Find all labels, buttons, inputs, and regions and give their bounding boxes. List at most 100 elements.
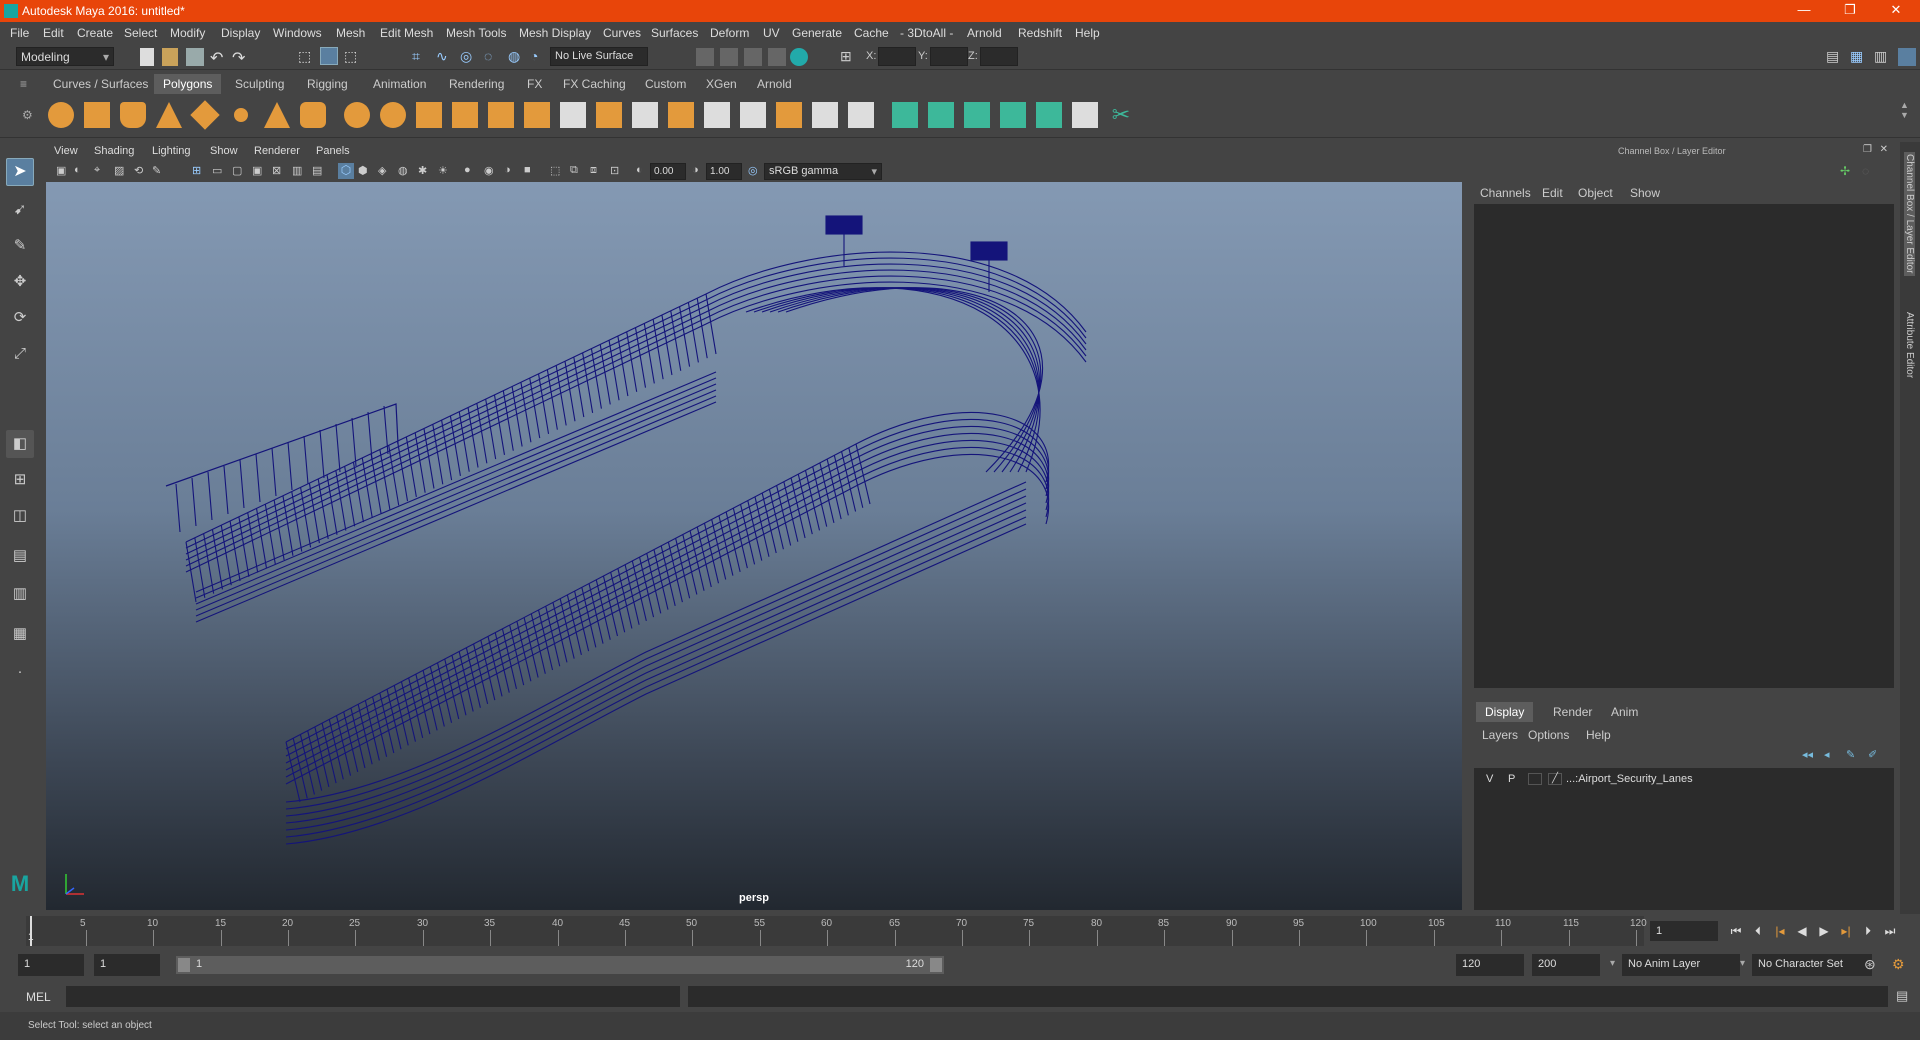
poly-cone-icon[interactable] bbox=[156, 102, 182, 128]
close-panel-icon[interactable]: ✕ bbox=[1880, 144, 1888, 155]
menu-set-dropdown[interactable]: Modeling ▾ bbox=[16, 47, 114, 66]
menu-3dtoall[interactable]: - 3DtoAll - bbox=[900, 26, 953, 40]
menu-edit-mesh[interactable]: Edit Mesh bbox=[380, 26, 433, 40]
mirror-icon[interactable] bbox=[524, 102, 550, 128]
poly-cube-icon[interactable] bbox=[84, 102, 110, 128]
bevel-icon[interactable] bbox=[632, 102, 658, 128]
paint-select-icon[interactable]: ✎ bbox=[6, 232, 34, 260]
menu-surfaces[interactable]: Surfaces bbox=[651, 26, 698, 40]
menu-mesh-tools[interactable]: Mesh Tools bbox=[446, 26, 506, 40]
make-live-icon[interactable]: ◔ bbox=[530, 48, 548, 66]
menu-arnold[interactable]: Arnold bbox=[967, 26, 1002, 40]
bridge-icon[interactable] bbox=[596, 102, 622, 128]
render-view-icon[interactable] bbox=[696, 48, 714, 66]
range-slider[interactable]: 1 120 bbox=[176, 956, 944, 974]
menu-select[interactable]: Select bbox=[124, 26, 157, 40]
poly-torus-icon[interactable] bbox=[228, 102, 254, 128]
cb-menu-show[interactable]: Show bbox=[1630, 186, 1660, 200]
select-hierarchy-icon[interactable]: ⬚ bbox=[298, 48, 316, 66]
viewport-persp[interactable]: persp bbox=[46, 182, 1462, 910]
spherical-map-icon[interactable] bbox=[1000, 102, 1026, 128]
cut-uv-icon[interactable]: ✂ bbox=[1108, 102, 1134, 128]
safe-title-icon[interactable]: ▤ bbox=[312, 164, 322, 177]
poly-sphere-icon[interactable] bbox=[48, 102, 74, 128]
character-set-dropdown[interactable]: No Character Set bbox=[1752, 954, 1872, 976]
cb-menu-edit[interactable]: Edit bbox=[1542, 186, 1563, 200]
wireframe-on-shaded-icon[interactable]: ◈ bbox=[378, 164, 386, 177]
shelf-menu-icon[interactable]: ≡ bbox=[20, 77, 27, 91]
ambient-occlusion-icon[interactable]: ● bbox=[464, 164, 471, 176]
close-button[interactable]: ✕ bbox=[1874, 0, 1918, 22]
le-menu-options[interactable]: Options bbox=[1528, 728, 1569, 742]
new-layer-selected-icon[interactable]: ✐ bbox=[1868, 748, 1877, 761]
tab-polygons[interactable]: Polygons bbox=[154, 74, 222, 94]
vp-menu-shading[interactable]: Shading bbox=[94, 145, 134, 157]
planar-map-icon[interactable] bbox=[928, 102, 954, 128]
motion-blur-icon[interactable]: ◉ bbox=[484, 164, 494, 177]
cb-menu-object[interactable]: Object bbox=[1578, 186, 1613, 200]
le-menu-help[interactable]: Help bbox=[1586, 728, 1611, 742]
menu-curves[interactable]: Curves bbox=[603, 26, 641, 40]
anim-preferences-icon[interactable]: ⚙ bbox=[1892, 956, 1905, 973]
menu-edit[interactable]: Edit bbox=[43, 26, 64, 40]
tab-fx[interactable]: FX bbox=[518, 74, 551, 94]
layout-extra-icon[interactable]: · bbox=[6, 658, 34, 686]
go-to-end-icon[interactable]: ⏭ bbox=[1882, 923, 1898, 939]
poly-cylinder-icon[interactable] bbox=[120, 102, 146, 128]
toggle-channel-box-icon[interactable] bbox=[1898, 48, 1916, 66]
lasso-tool-icon[interactable]: ➹ bbox=[6, 196, 34, 224]
tab-rendering[interactable]: Rendering bbox=[440, 74, 513, 94]
hypershade-icon[interactable] bbox=[790, 48, 808, 66]
toggle-tool-settings-icon[interactable]: ▥ bbox=[1874, 48, 1892, 66]
snap-view-icon[interactable]: ◌ bbox=[484, 48, 502, 66]
animation-end-field[interactable]: 200 bbox=[1532, 954, 1600, 976]
layer-row[interactable]: V P ╱ ...:Airport_Security_Lanes bbox=[1476, 770, 1890, 788]
toggle-modeling-toolkit-icon[interactable]: ▤ bbox=[1826, 48, 1844, 66]
menu-mesh-display[interactable]: Mesh Display bbox=[519, 26, 591, 40]
shadows-icon[interactable]: ☀ bbox=[438, 164, 448, 177]
persp-outliner-icon[interactable]: ◫ bbox=[6, 502, 34, 530]
layer-name[interactable]: ...:Airport_Security_Lanes bbox=[1566, 773, 1693, 785]
transform-input-icon[interactable]: ⊞ bbox=[840, 48, 858, 66]
multi-cut-icon[interactable] bbox=[704, 102, 730, 128]
menu-cache[interactable]: Cache bbox=[854, 26, 889, 40]
tab-custom[interactable]: Custom bbox=[636, 74, 695, 94]
layer-type-toggle[interactable] bbox=[1528, 773, 1542, 785]
wireframe-icon[interactable]: ⬡ bbox=[338, 163, 354, 179]
single-view-icon[interactable]: ◧ bbox=[6, 430, 34, 458]
snap-grid-icon[interactable]: ⌗ bbox=[412, 48, 430, 66]
shelf-settings-icon[interactable]: ⚙ bbox=[22, 108, 33, 122]
tab-rigging[interactable]: Rigging bbox=[298, 74, 357, 94]
grid-toggle-icon[interactable]: ⊞ bbox=[192, 164, 201, 177]
menu-generate[interactable]: Generate bbox=[792, 26, 842, 40]
render-settings-icon[interactable] bbox=[768, 48, 786, 66]
poly-prism-icon[interactable] bbox=[264, 102, 290, 128]
separate-icon[interactable] bbox=[380, 102, 406, 128]
anim-layer-dropdown[interactable]: No Anim Layer bbox=[1622, 954, 1740, 976]
depth-of-field-icon[interactable]: ■ bbox=[524, 164, 531, 176]
tab-animation[interactable]: Animation bbox=[364, 74, 435, 94]
extract-icon[interactable] bbox=[416, 102, 442, 128]
live-surface-field[interactable]: No Live Surface bbox=[550, 47, 648, 66]
animation-start-field[interactable]: 1 bbox=[18, 954, 84, 976]
boolean-icon[interactable] bbox=[488, 102, 514, 128]
move-tool-icon[interactable]: ✥ bbox=[6, 268, 34, 296]
poly-pipe-icon[interactable] bbox=[300, 102, 326, 128]
insert-edge-loop-icon[interactable] bbox=[848, 102, 874, 128]
new-layer-icon[interactable]: ✎ bbox=[1846, 748, 1855, 761]
range-end-handle[interactable] bbox=[930, 958, 942, 972]
target-weld-icon[interactable] bbox=[740, 102, 766, 128]
tab-arnold[interactable]: Arnold bbox=[748, 74, 801, 94]
menu-deform[interactable]: Deform bbox=[710, 26, 749, 40]
range-start-handle[interactable] bbox=[178, 958, 190, 972]
vp-menu-show[interactable]: Show bbox=[210, 145, 238, 157]
save-scene-icon[interactable] bbox=[186, 48, 204, 66]
camera-attributes-icon[interactable]: ◐ bbox=[74, 164, 81, 176]
quad-draw-icon[interactable] bbox=[812, 102, 838, 128]
tab-xgen[interactable]: XGen bbox=[697, 74, 746, 94]
menu-create[interactable]: Create bbox=[77, 26, 113, 40]
bevel-edges-icon[interactable] bbox=[668, 102, 694, 128]
tab-render[interactable]: Render bbox=[1544, 702, 1601, 722]
grease-pencil-icon[interactable]: ✎ bbox=[152, 164, 161, 177]
menu-modify[interactable]: Modify bbox=[170, 26, 205, 40]
